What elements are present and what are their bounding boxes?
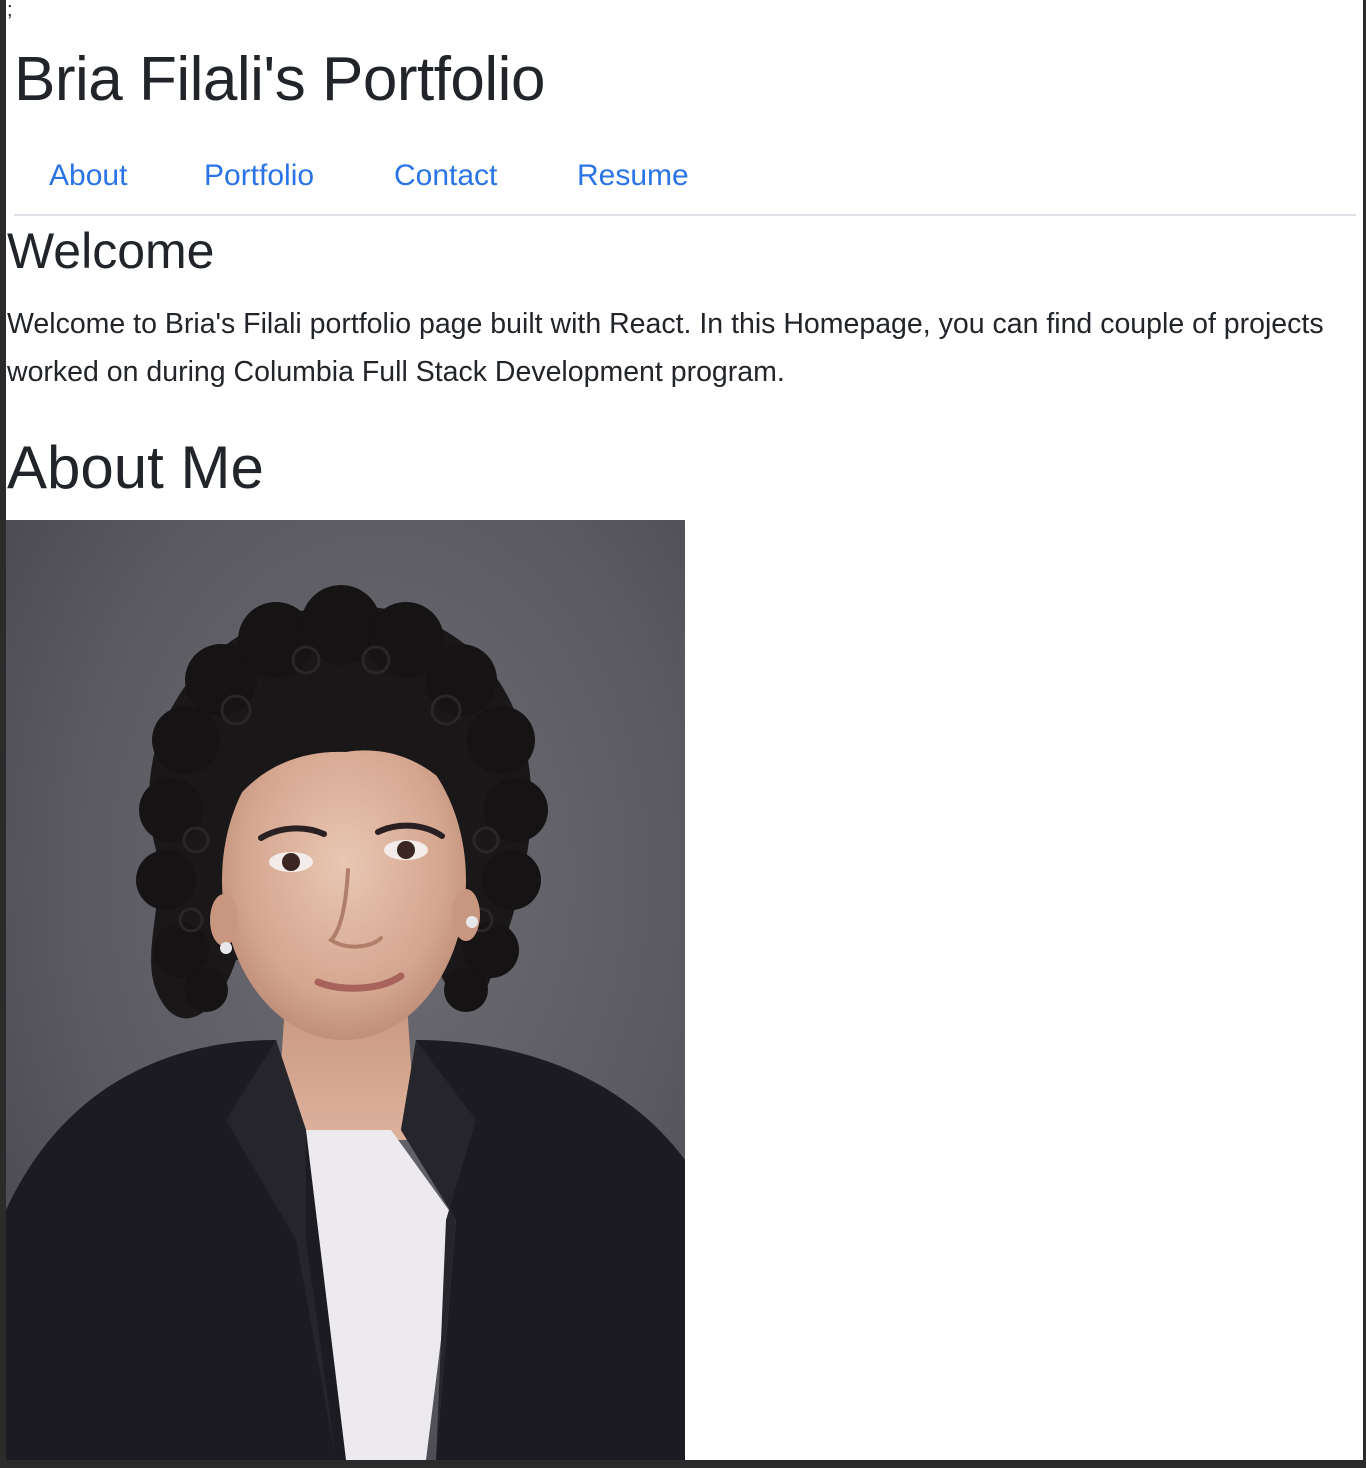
nav-link-about[interactable]: About <box>49 154 127 198</box>
nav-tabs: About Portfolio Contact Resume <box>14 150 1356 216</box>
welcome-heading: Welcome <box>7 223 215 279</box>
nav-link-portfolio[interactable]: Portfolio <box>204 154 314 198</box>
site-title: Bria Filali's Portfolio <box>14 45 545 114</box>
stray-text: ; <box>7 0 13 21</box>
page: ; Bria Filali's Portfolio About Portfoli… <box>6 0 1363 1460</box>
about-heading: About Me <box>7 434 264 501</box>
profile-photo <box>6 520 685 1460</box>
nav-link-resume[interactable]: Resume <box>577 154 689 198</box>
profile-portrait-illustration <box>6 520 685 1460</box>
welcome-text: Welcome to Bria's Filali portfolio page … <box>7 308 1324 388</box>
nav-link-contact[interactable]: Contact <box>394 154 497 198</box>
